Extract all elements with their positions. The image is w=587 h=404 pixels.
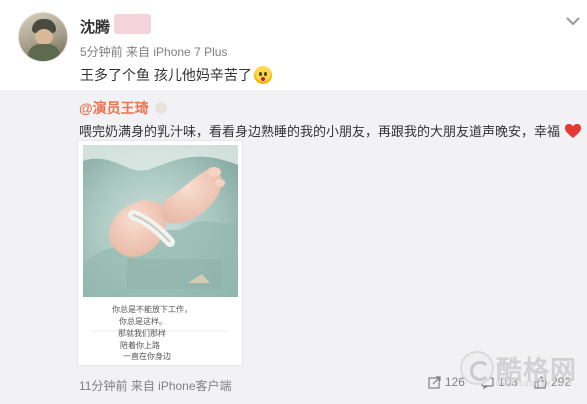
comment-count: 103: [497, 375, 518, 389]
post-time[interactable]: 5分钟前: [80, 45, 123, 59]
baby-feet-photo: 你总是不能放下工作， 你总是这样。 那就我们那样 陪着你上路 一直在你身边: [83, 145, 238, 361]
heart-icon: [564, 124, 581, 138]
repost-text: 喂完奶满身的乳汁味，看看身边熟睡的我的小朋友，再跟我的大朋友道声晚安，幸福: [79, 121, 582, 140]
thumbs-up-icon: [534, 375, 547, 389]
post-source: 来自 iPhone 7 Plus: [126, 45, 228, 59]
repost-actions: 126 103 292: [428, 375, 571, 389]
forward-button[interactable]: 126: [428, 375, 465, 389]
share-icon: [428, 375, 441, 389]
repost-source: 来自 iPhone客户端: [130, 379, 232, 393]
like-button[interactable]: 292: [534, 375, 571, 389]
like-count: 292: [550, 375, 571, 389]
surprised-face-emoji: [253, 66, 272, 84]
chevron-down-icon[interactable]: [566, 16, 580, 26]
repost-meta: 11分钟前 来自 iPhone客户端: [79, 377, 232, 394]
comment-icon: [481, 376, 494, 389]
blurred-name-overlay: [114, 14, 151, 34]
handwriting-line-1: 你总是不能放下工作，: [112, 304, 192, 314]
comment-button[interactable]: 103: [481, 375, 518, 389]
verified-badge-icon: [154, 102, 167, 114]
handwriting-line-5: 一直在你身边: [123, 351, 171, 361]
avatar-body: [28, 44, 60, 61]
avatar-face: [35, 29, 53, 45]
repost-photo[interactable]: 你总是不能放下工作， 你总是这样。 那就我们那样 陪着你上路 一直在你身边: [78, 141, 242, 365]
handwriting-line-3: 那就我们那样: [118, 328, 166, 338]
forward-count: 126: [444, 375, 465, 389]
post-author[interactable]: 沈腾: [80, 16, 110, 37]
repost-time[interactable]: 11分钟前: [79, 379, 127, 393]
handwriting-line-4: 陪着你上路: [120, 340, 160, 350]
repost-author-name[interactable]: @演员王琦: [79, 100, 149, 116]
repost-body: 喂完奶满身的乳汁味，看看身边熟睡的我的小朋友，再跟我的大朋友道声晚安，幸福: [79, 124, 561, 139]
repost-card: @演员王琦 喂完奶满身的乳汁味，看看身边熟睡的我的小朋友，再跟我的大朋友道声晚安…: [0, 90, 587, 404]
post-text: 王多了个鱼 孩儿他妈辛苦了: [80, 65, 272, 85]
weibo-post: 沈腾 5分钟前 来自 iPhone 7 Plus 王多了个鱼 孩儿他妈辛苦了 @…: [0, 0, 587, 404]
post-body: 王多了个鱼 孩儿他妈辛苦了: [80, 67, 252, 83]
handwriting-line-2: 你总是这样。: [119, 316, 167, 326]
post-meta: 5分钟前 来自 iPhone 7 Plus: [80, 43, 227, 60]
avatar[interactable]: [18, 12, 68, 62]
repost-author[interactable]: @演员王琦: [79, 98, 167, 118]
